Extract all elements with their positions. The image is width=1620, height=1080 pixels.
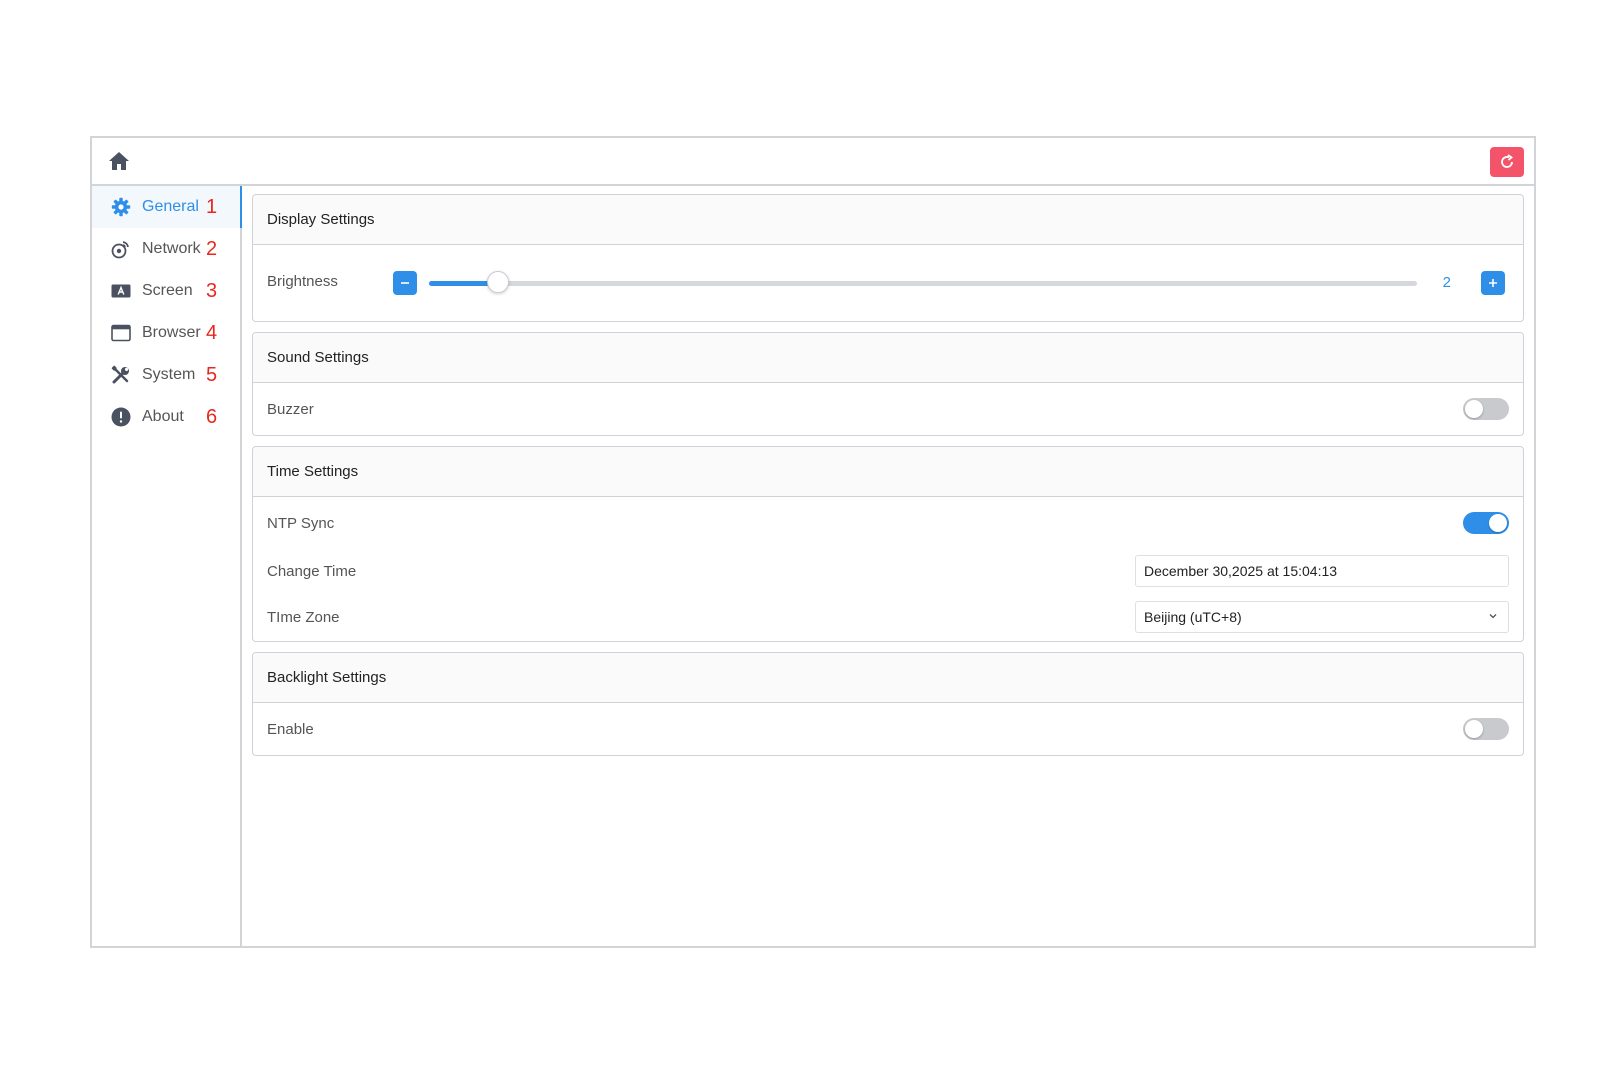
time-zone-label: TIme Zone <box>267 608 340 626</box>
sidebar-item-label: System <box>142 366 196 383</box>
sidebar-item-browser[interactable]: Browser 4 <box>92 312 240 354</box>
plus-icon <box>1489 279 1497 287</box>
brightness-increase-button[interactable] <box>1481 271 1505 295</box>
annotation-number: 6 <box>206 405 218 428</box>
annotation-number: 4 <box>206 321 218 344</box>
ntp-sync-row: NTP Sync <box>253 497 1523 549</box>
annotation-number: 1 <box>206 195 218 218</box>
panel-title: Sound Settings <box>253 333 1523 383</box>
annotation-number: 5 <box>206 363 218 386</box>
panel-title: Display Settings <box>253 195 1523 245</box>
backlight-settings-panel: Backlight Settings Enable <box>252 652 1524 756</box>
brightness-value: 2 <box>1442 274 1451 291</box>
ntp-sync-label: NTP Sync <box>267 514 335 532</box>
network-icon <box>110 238 132 260</box>
time-zone-value: Beijing (uTC+8) <box>1144 609 1242 625</box>
toggle-knob <box>1489 514 1507 532</box>
brightness-slider-thumb[interactable] <box>487 271 510 293</box>
sidebar-item-screen[interactable]: Screen 3 <box>92 270 240 312</box>
backlight-enable-row: Enable <box>253 703 1523 755</box>
ntp-sync-toggle[interactable] <box>1463 512 1509 534</box>
minus-icon <box>401 282 409 284</box>
panel-title: Time Settings <box>253 447 1523 497</box>
panel-title: Backlight Settings <box>253 653 1523 703</box>
brightness-slider[interactable] <box>429 271 1417 293</box>
screen-icon <box>110 280 132 302</box>
sidebar-item-about[interactable]: About 6 <box>92 396 240 438</box>
home-icon[interactable] <box>108 150 130 172</box>
sidebar-item-label: General <box>142 198 199 215</box>
top-bar <box>92 138 1534 186</box>
tools-icon <box>110 364 132 386</box>
refresh-icon <box>1501 154 1513 168</box>
settings-window: General 1 Network 2 Screen 3 Browser 4 S… <box>90 136 1536 948</box>
gear-icon <box>110 196 132 218</box>
brightness-label: Brightness <box>267 273 338 290</box>
buzzer-row: Buzzer <box>253 383 1523 435</box>
annotation-number: 3 <box>206 279 218 302</box>
sidebar-item-label: About <box>142 408 184 425</box>
info-icon <box>110 406 132 428</box>
change-time-row: Change Time <box>253 549 1523 593</box>
refresh-button[interactable] <box>1490 147 1524 177</box>
sidebar-item-general[interactable]: General 1 <box>92 186 242 228</box>
sidebar-item-system[interactable]: System 5 <box>92 354 240 396</box>
toggle-knob <box>1465 720 1483 738</box>
main-content: Display Settings Brightness 2 Sound Sett… <box>252 194 1524 766</box>
backlight-enable-label: Enable <box>267 720 314 738</box>
chevron-down-icon <box>1489 614 1497 619</box>
backlight-enable-toggle[interactable] <box>1463 718 1509 740</box>
sidebar-item-network[interactable]: Network 2 <box>92 228 240 270</box>
sound-settings-panel: Sound Settings Buzzer <box>252 332 1524 436</box>
display-settings-panel: Display Settings Brightness 2 <box>252 194 1524 322</box>
annotation-number: 2 <box>206 237 218 260</box>
change-time-label: Change Time <box>267 562 357 580</box>
change-time-input[interactable] <box>1135 555 1509 587</box>
sidebar-item-label: Network <box>142 240 201 257</box>
browser-window-icon <box>110 322 132 344</box>
time-zone-select[interactable]: Beijing (uTC+8) <box>1135 601 1509 633</box>
brightness-decrease-button[interactable] <box>393 271 417 295</box>
time-zone-row: TIme Zone Beijing (uTC+8) <box>253 593 1523 641</box>
sidebar: General 1 Network 2 Screen 3 Browser 4 S… <box>92 186 242 946</box>
brightness-row: Brightness 2 <box>253 245 1523 321</box>
sidebar-item-label: Screen <box>142 282 193 299</box>
buzzer-label: Buzzer <box>267 400 314 418</box>
sidebar-item-label: Browser <box>142 324 201 341</box>
toggle-knob <box>1465 400 1483 418</box>
buzzer-toggle[interactable] <box>1463 398 1509 420</box>
time-settings-panel: Time Settings NTP Sync Change Time TIme … <box>252 446 1524 642</box>
